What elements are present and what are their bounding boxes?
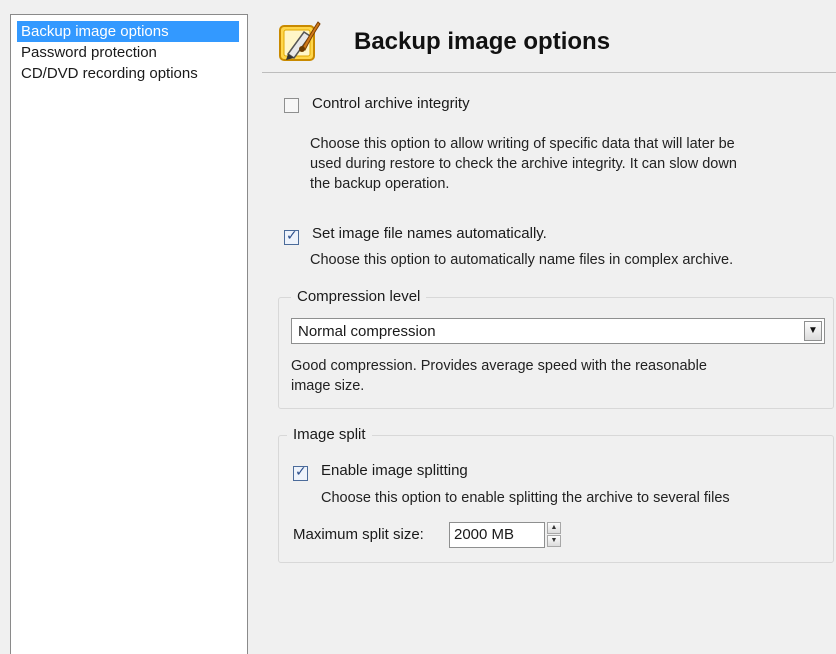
max-split-size-spinner: ▲ ▼ xyxy=(547,522,563,548)
description-line: image size. xyxy=(291,378,365,394)
compression-group-title: Compression level xyxy=(291,288,427,305)
spin-up-icon[interactable]: ▲ xyxy=(547,522,561,534)
pen-brush-icon xyxy=(279,21,321,61)
control-integrity-checkbox[interactable] xyxy=(284,98,299,113)
options-sidebar: Backup image options Password protection… xyxy=(10,14,248,654)
control-integrity-description: Choose this option to allow writing of s… xyxy=(310,134,737,194)
description-line: Choose this option to allow writing of s… xyxy=(310,136,735,152)
panel-header: Backup image options xyxy=(262,10,836,73)
spin-down-icon[interactable]: ▼ xyxy=(547,535,561,547)
enable-splitting-description: Choose this option to enable splitting t… xyxy=(321,490,730,506)
compression-level-select[interactable]: Normal compression ▼ xyxy=(291,318,825,344)
compression-description: Good compression. Provides average speed… xyxy=(291,356,707,396)
sidebar-item-backup-image-options[interactable]: Backup image options xyxy=(17,21,239,42)
control-integrity-label[interactable]: Control archive integrity xyxy=(312,95,470,112)
description-line: Good compression. Provides average speed… xyxy=(291,358,707,374)
auto-names-checkbox[interactable] xyxy=(284,228,299,245)
compression-level-value: Normal compression xyxy=(298,323,436,340)
options-panel: Backup image options Control archive int… xyxy=(262,10,836,654)
chevron-down-icon[interactable]: ▼ xyxy=(804,321,822,341)
auto-names-label[interactable]: Set image file names automatically. xyxy=(312,225,547,242)
enable-splitting-checkbox[interactable] xyxy=(293,464,308,481)
auto-names-description: Choose this option to automatically name… xyxy=(310,252,734,268)
sidebar-item-password-protection[interactable]: Password protection xyxy=(17,42,247,63)
description-line: the backup operation. xyxy=(310,176,450,192)
description-line: used during restore to check the archive… xyxy=(310,156,737,172)
compression-group: Compression level Normal compression ▼ G… xyxy=(278,288,834,409)
sidebar-item-cd-dvd-recording-options[interactable]: CD/DVD recording options xyxy=(17,63,247,84)
max-split-size-label: Maximum split size: xyxy=(293,526,424,543)
enable-splitting-label[interactable]: Enable image splitting xyxy=(321,462,468,479)
page-title: Backup image options xyxy=(354,28,611,55)
max-split-size-input[interactable]: 2000 MB xyxy=(449,522,545,548)
image-split-group: Image split Enable image splitting Choos… xyxy=(278,426,834,563)
image-split-group-title: Image split xyxy=(287,426,372,443)
